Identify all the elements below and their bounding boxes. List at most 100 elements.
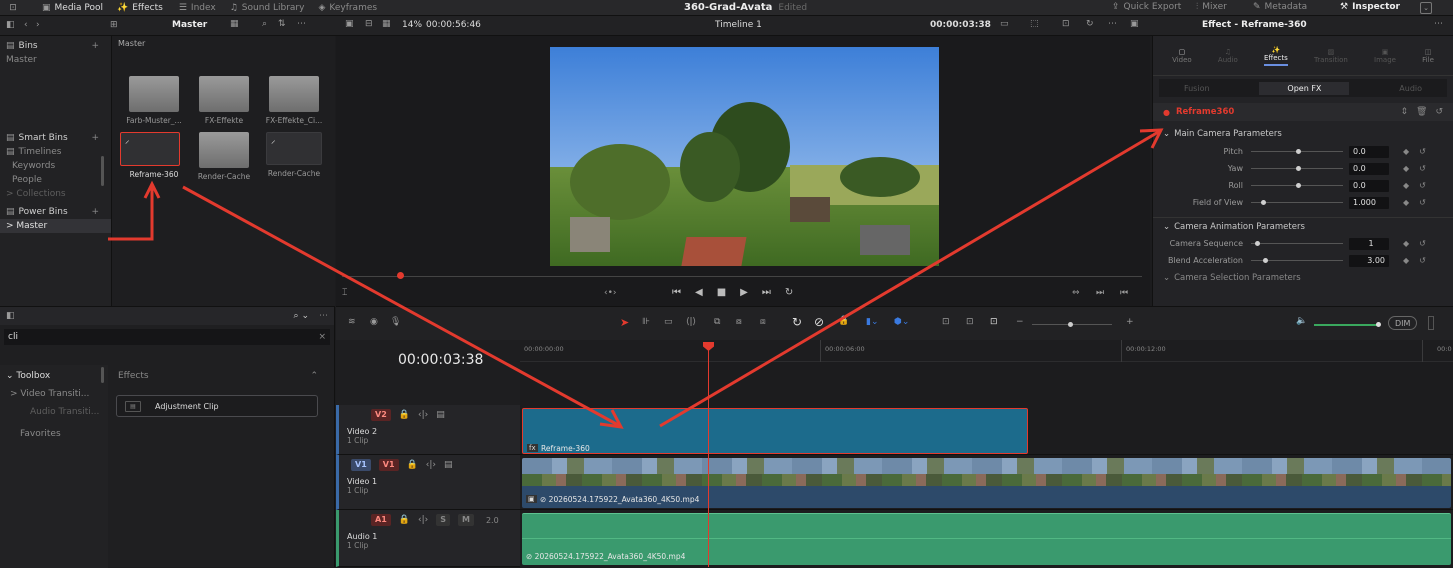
sidebar-item-power-master[interactable]: > Master — [0, 219, 111, 233]
jog-icon[interactable]: ‹•› — [604, 288, 617, 298]
metadata-button[interactable]: ✎ Metadata — [1253, 2, 1307, 12]
effects-search-input[interactable]: cli — [8, 332, 18, 342]
workspace-icon[interactable]: ⊡ — [6, 3, 20, 13]
trim-tool-icon[interactable]: ⊪ — [642, 317, 650, 327]
timeline-clip-avata[interactable]: ▣ ⊘ 20260524.175922_Avata360_4K50.mp4 — [522, 458, 1451, 508]
keyframe-icon[interactable]: ◆ — [1403, 164, 1409, 173]
track-enable-icon[interactable]: ▤ — [444, 460, 453, 470]
camera-animation-section[interactable]: ⌄ Camera Animation Parameters — [1153, 217, 1453, 235]
viewer-sizing-icon[interactable]: ⌶ — [342, 288, 347, 298]
search-icon[interactable]: ⌕ ⌄ — [294, 311, 309, 321]
loop-icon[interactable]: ↻ — [785, 287, 793, 298]
skip-start-icon[interactable]: ⏮ — [672, 287, 681, 298]
next-edit-icon[interactable]: ⏭ — [1096, 288, 1104, 298]
param-value[interactable]: 0.0 — [1349, 162, 1389, 175]
reset-icon[interactable]: ↺ — [1419, 198, 1426, 207]
timeline-clip-reframe360[interactable]: fx Reframe-360 — [522, 408, 1028, 454]
inspector-more-icon[interactable]: ⋯ — [1434, 19, 1443, 29]
tab-effects[interactable]: ✨ Effects — [1264, 46, 1288, 66]
tab-transition[interactable]: ▨ Transition — [1314, 48, 1348, 64]
power-bins-header[interactable]: ▤ Power Bins + — [0, 205, 111, 219]
zoom-custom-icon[interactable]: ⊡ — [990, 317, 998, 327]
keyframe-icon[interactable]: ◆ — [1403, 256, 1409, 265]
sidebar-scrollbar[interactable] — [101, 156, 104, 186]
slider-knob[interactable] — [1261, 200, 1266, 205]
reset-icon[interactable]: ↺ — [1419, 147, 1426, 156]
add-smart-bin-icon[interactable]: + — [91, 131, 99, 145]
tree-scrollbar[interactable] — [101, 367, 104, 383]
lock-icon[interactable]: 🔒 — [838, 316, 849, 326]
timeline-playhead[interactable] — [708, 348, 709, 567]
main-camera-section[interactable]: ⌄ Main Camera Parameters — [1153, 125, 1453, 143]
sidebar-item-people[interactable]: People — [0, 173, 111, 187]
lock-icon[interactable]: 🔒 — [407, 460, 418, 470]
reset-icon[interactable]: ↺ — [1419, 181, 1426, 190]
timeline-selector[interactable]: Timeline 1 — [715, 20, 762, 30]
param-value[interactable]: 1.000 — [1349, 196, 1389, 209]
tree-toolbox[interactable]: ⌄ Toolbox — [0, 369, 108, 383]
tab-audio[interactable]: ♫ Audio — [1218, 48, 1238, 64]
lock-icon[interactable]: 🔒 — [399, 410, 410, 420]
inspector-button[interactable]: ⚒ Inspector — [1340, 2, 1400, 12]
search-icon[interactable]: ⌕ — [262, 19, 267, 29]
volume-knob[interactable] — [1376, 322, 1381, 327]
lock-icon[interactable]: 🔒 — [399, 515, 410, 525]
zoom-detail-icon[interactable]: ⊡ — [966, 317, 974, 327]
sidebar-item-keywords[interactable]: Keywords — [0, 159, 111, 173]
effects-header[interactable]: Effects ⌃ — [112, 369, 322, 383]
inspector-mode-icon[interactable]: ▣ — [1130, 19, 1139, 29]
media-item-render-cache-2[interactable]: ⸝ Render-Cache — [258, 132, 330, 178]
track-tag[interactable]: V2 — [371, 409, 391, 421]
tab-file[interactable]: ◫ File — [1422, 48, 1434, 64]
keyframe-icon[interactable]: ◆ — [1403, 181, 1409, 190]
sidebar-item-master[interactable]: Master — [0, 53, 111, 67]
subtab-openfx[interactable]: Open FX — [1259, 81, 1350, 95]
timeline-view-icon[interactable]: ≋ — [348, 317, 356, 327]
reset-icon[interactable]: ↺ — [1419, 239, 1426, 248]
keyframe-icon[interactable]: ◆ — [1403, 147, 1409, 156]
param-value[interactable]: 0.0 — [1349, 179, 1389, 192]
tab-image[interactable]: ▣ Image — [1374, 48, 1396, 64]
link-icon[interactable]: ⊘ — [814, 315, 824, 329]
slider-knob[interactable] — [1296, 183, 1301, 188]
param-slider[interactable] — [1251, 183, 1343, 188]
toolbar-more-icon[interactable]: ⋯ — [1108, 19, 1117, 29]
smart-bins-header[interactable]: ▤ Smart Bins + — [0, 131, 111, 145]
param-value[interactable]: 1 — [1349, 237, 1389, 250]
skip-end-icon[interactable]: ⏭ — [762, 287, 771, 298]
tree-favorites[interactable]: Favorites — [0, 427, 108, 441]
nav-forward-icon[interactable]: › — [36, 20, 40, 30]
effect-reset-icon[interactable]: ↺ — [1435, 107, 1443, 117]
reset-icon[interactable]: ↺ — [1419, 256, 1426, 265]
audio-scrub-icon[interactable]: ◉ — [370, 317, 378, 327]
transform-icon[interactable]: ⬚ — [1030, 19, 1039, 29]
track-tag[interactable]: A1 — [371, 514, 391, 526]
sidebar-item-collections[interactable]: > Collections — [0, 187, 111, 201]
play-icon[interactable]: ▶ — [740, 287, 748, 298]
param-slider[interactable] — [1251, 200, 1343, 205]
viewer-playhead[interactable] — [397, 272, 404, 279]
more-options-icon[interactable]: ⋯ — [297, 19, 306, 29]
mic-icon[interactable]: 🎙 — [390, 317, 401, 327]
zoom-in-icon[interactable]: + — [1126, 317, 1134, 327]
expand-icon[interactable]: ⌄ — [1420, 2, 1432, 14]
auto-select-icon[interactable]: ‹|› — [418, 515, 428, 525]
tab-video[interactable]: ▢ Video — [1172, 48, 1192, 64]
selection-tool-icon[interactable]: ➤ — [620, 316, 629, 329]
slider-knob[interactable] — [1255, 241, 1260, 246]
index-button[interactable]: ☰ Index — [179, 3, 216, 13]
param-value[interactable]: 3.00 — [1349, 254, 1389, 267]
collapse-icon[interactable]: ⌃ — [310, 371, 318, 381]
media-pool-button[interactable]: ▣ Media Pool — [42, 3, 103, 13]
grid-view-icon[interactable]: ▦ — [230, 19, 239, 29]
media-item-fx-effekte-ci[interactable]: FX-Effekte_Ci... — [258, 76, 330, 125]
keyframe-icon[interactable]: ◆ — [1403, 198, 1409, 207]
marker-icon[interactable]: ⬢⌄ — [894, 317, 909, 327]
keyframe-icon[interactable]: ◆ — [1403, 239, 1409, 248]
param-slider[interactable] — [1251, 166, 1343, 171]
replace-clip-icon[interactable]: ⧈ — [760, 317, 766, 327]
media-item-render-cache[interactable]: Render-Cache — [188, 132, 260, 181]
param-slider[interactable] — [1251, 241, 1343, 246]
slider-knob[interactable] — [1296, 166, 1301, 171]
clear-search-icon[interactable]: × — [318, 332, 326, 342]
